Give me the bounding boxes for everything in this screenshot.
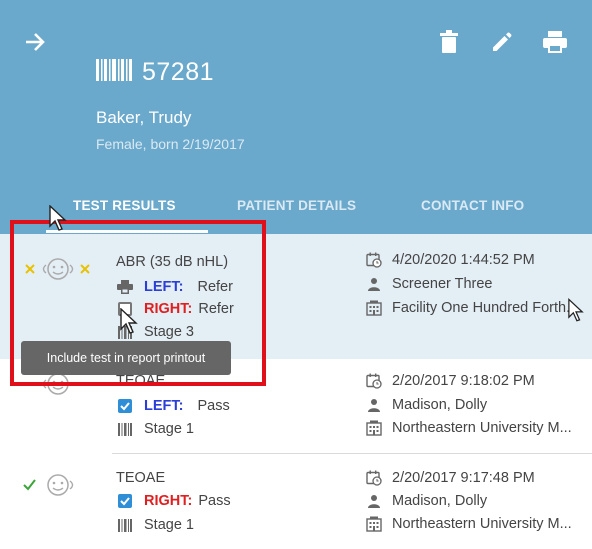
screener-name: Madison, Dolly xyxy=(392,397,488,413)
right-label: RIGHT: xyxy=(144,493,193,509)
calendar-clock-icon xyxy=(366,373,382,389)
highlight-box xyxy=(10,220,266,386)
test-datetime-line: 2/20/2017 9:17:48 PM xyxy=(366,470,535,486)
facility-line: Facility One Hundred Forth... xyxy=(366,300,578,316)
test-datetime: 2/20/2017 9:18:02 PM xyxy=(392,373,535,389)
stage-line: Stage 1 xyxy=(116,516,194,534)
patient-header: 57281 Baker, Trudy Female, born 2/19/201… xyxy=(0,0,592,234)
building-icon xyxy=(366,300,382,316)
screener-name: Screener Three xyxy=(392,276,493,292)
patient-id: 57281 xyxy=(142,58,215,86)
facility-name: Northeastern University M... xyxy=(392,420,572,436)
arrow-right-icon[interactable] xyxy=(24,32,46,57)
test-datetime: 4/20/2020 1:44:52 PM xyxy=(392,252,535,268)
tab-patient-details[interactable]: PATIENT DETAILS xyxy=(237,198,356,213)
pass-status-icon xyxy=(22,474,78,505)
patient-info: Female, born 2/19/2017 xyxy=(96,136,245,152)
barcode-icon xyxy=(96,59,132,86)
building-icon xyxy=(366,516,382,532)
person-icon xyxy=(366,397,382,413)
calendar-clock-icon xyxy=(366,470,382,486)
pencil-icon[interactable] xyxy=(490,30,514,59)
mouse-cursor-icon xyxy=(120,307,138,341)
facility-name: Facility One Hundred Forth... xyxy=(392,300,579,316)
test-datetime-line: 2/20/2017 9:18:02 PM xyxy=(366,373,535,389)
test-row[interactable]: TEOAE RIGHT: Pass Stage 1 2/20/2017 9:17… xyxy=(0,454,592,549)
facility-name: Northeastern University M... xyxy=(392,516,572,532)
stage-label: Stage 1 xyxy=(144,517,194,533)
patient-id-row: 57281 xyxy=(96,58,214,87)
calendar-clock-icon xyxy=(366,252,382,268)
test-datetime: 2/20/2017 9:17:48 PM xyxy=(392,470,535,486)
trash-icon[interactable] xyxy=(440,30,458,59)
barcode-icon xyxy=(116,420,134,438)
person-icon xyxy=(366,493,382,509)
mouse-cursor-icon xyxy=(568,298,584,329)
left-result-line: LEFT: Pass xyxy=(116,397,230,415)
include-in-report-checkbox[interactable] xyxy=(118,399,132,413)
building-icon xyxy=(366,420,382,436)
person-icon xyxy=(366,276,382,292)
stage-label: Stage 1 xyxy=(144,421,194,437)
left-label: LEFT: xyxy=(144,398,184,414)
facility-line: Northeastern University M... xyxy=(366,420,572,436)
screener-line: Madison, Dolly xyxy=(366,493,487,509)
left-result: Pass xyxy=(197,398,230,414)
tab-test-results[interactable]: TEST RESULTS xyxy=(73,198,176,213)
patient-name: Baker, Trudy xyxy=(96,108,192,127)
stage-line: Stage 1 xyxy=(116,420,194,438)
screener-name: Madison, Dolly xyxy=(392,493,488,509)
screener-line: Madison, Dolly xyxy=(366,397,487,413)
right-result-line: RIGHT: Pass xyxy=(116,492,231,510)
screener-line: Screener Three xyxy=(366,276,492,292)
facility-line: Northeastern University M... xyxy=(366,516,572,532)
mouse-cursor-icon xyxy=(49,204,67,238)
include-in-report-checkbox[interactable] xyxy=(118,494,132,508)
test-title: TEOAE xyxy=(116,470,166,486)
printer-icon[interactable] xyxy=(542,30,568,59)
tab-contact-info[interactable]: CONTACT INFO xyxy=(421,198,524,213)
right-result: Pass xyxy=(198,493,231,509)
barcode-icon xyxy=(116,516,134,534)
test-datetime-line: 4/20/2020 1:44:52 PM xyxy=(366,252,535,268)
